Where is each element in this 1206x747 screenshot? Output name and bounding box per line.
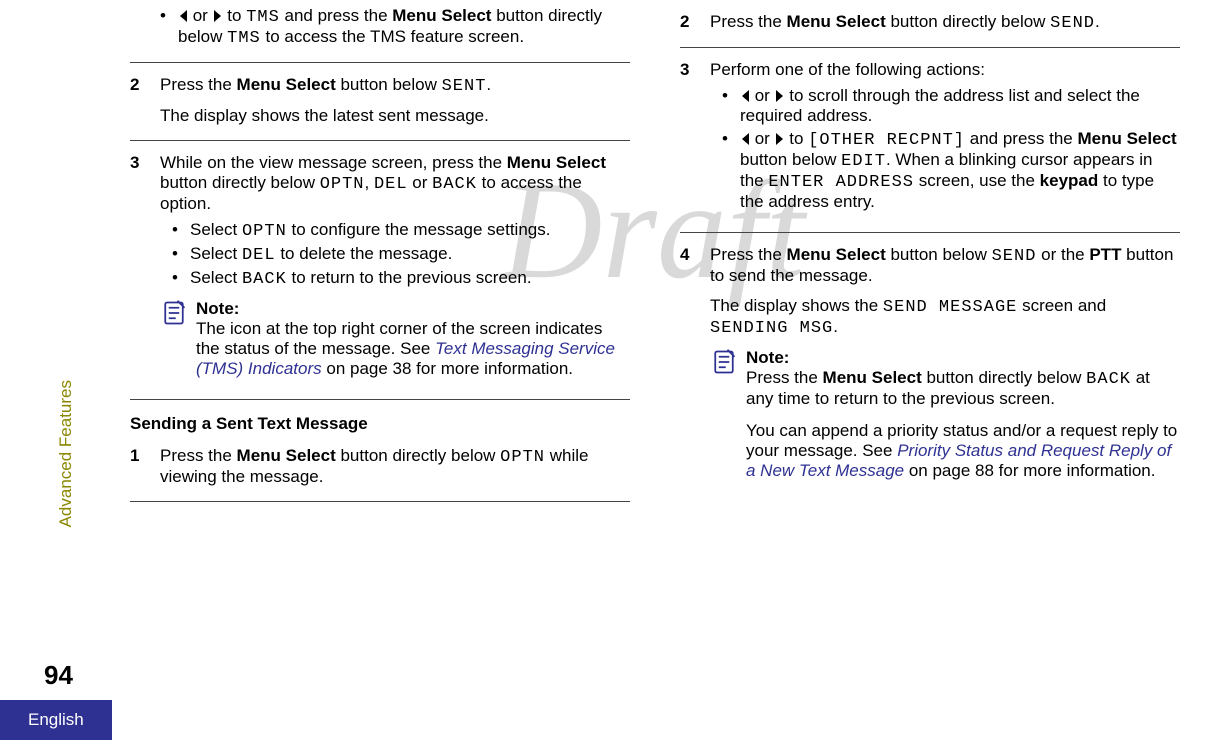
arrow-right-icon [213,6,223,26]
note-icon [710,348,746,481]
separator [130,140,630,141]
section-label: Advanced Features [56,380,80,527]
separator [130,501,630,502]
arrow-left-icon [740,129,750,149]
right-column: 2 Press the Menu Select button directly … [680,0,1180,491]
step: 2 Press the Menu Select button directly … [680,12,1180,33]
note-icon [160,299,196,379]
left-column: or to TMS and press the Menu Select butt… [130,0,630,512]
arrow-left-icon [178,6,188,26]
step: 3 Perform one of the following actions: … [680,60,1180,218]
list-item: Select DEL to delete the message. [172,244,630,265]
arrow-right-icon [775,86,785,106]
separator [130,399,630,400]
separator [130,62,630,63]
page: Draft Advanced Features 94 English or to… [0,0,1206,747]
arrow-right-icon [775,129,785,149]
list-item: Select OPTN to configure the message set… [172,220,630,241]
step: 2 Press the Menu Select button below SEN… [130,75,630,126]
step: 4 Press the Menu Select button below SEN… [680,245,1180,487]
step: 1 Press the Menu Select button directly … [130,446,630,487]
list-item: or to scroll through the address list an… [722,86,1180,126]
heading: Sending a Sent Text Message [130,414,630,434]
list-item: Select BACK to return to the previous sc… [172,268,630,289]
list-item: or to [OTHER RECPNT] and press the Menu … [722,129,1180,212]
page-number: 94 [44,660,73,691]
language-label: English [0,700,112,740]
step: 3 While on the view message screen, pres… [130,153,630,385]
arrow-left-icon [740,86,750,106]
list-item: or to TMS and press the Menu Select butt… [160,6,630,48]
separator [680,47,1180,48]
separator [680,232,1180,233]
